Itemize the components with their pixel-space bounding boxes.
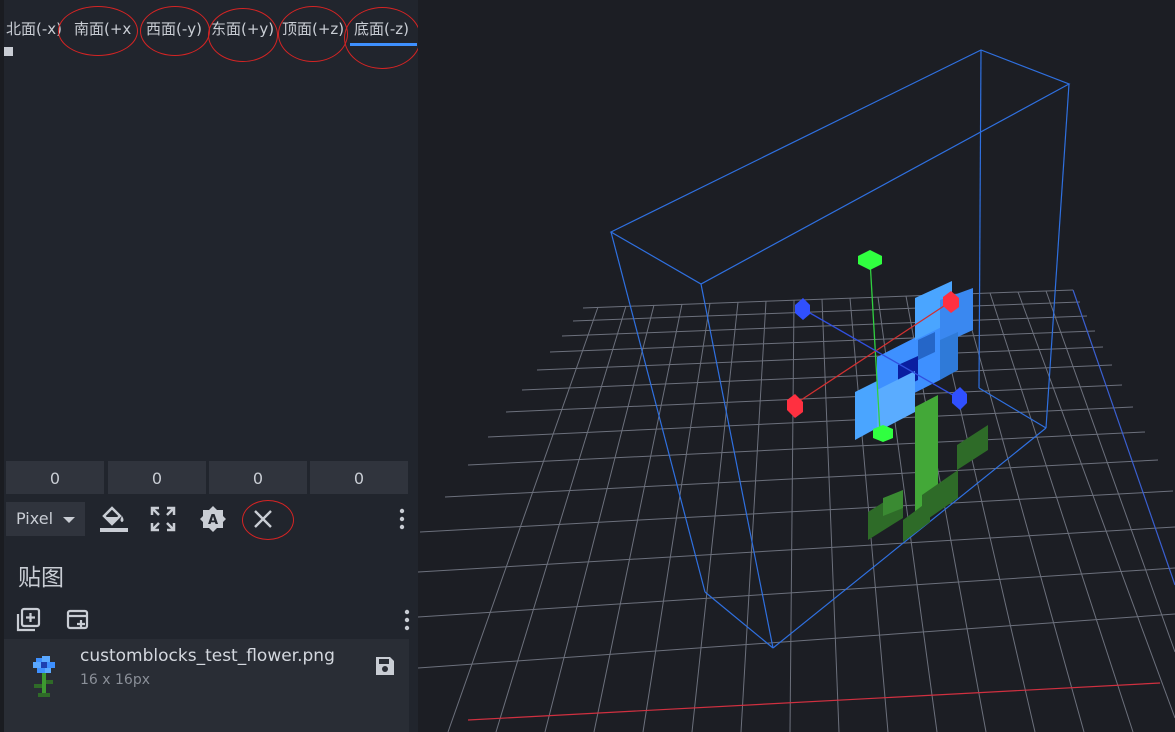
paint-bucket-icon[interactable] [99, 503, 129, 533]
uv-selection-handle[interactable] [4, 47, 13, 56]
tab-north[interactable]: 北面(-x) [6, 16, 62, 42]
save-icon[interactable] [374, 655, 396, 677]
uv-input-y2[interactable]: 0 [310, 461, 408, 494]
panel-border [0, 0, 4, 732]
more-vert-icon[interactable] [398, 508, 406, 530]
bounding-box [609, 49, 1071, 649]
scene[interactable] [418, 0, 1175, 732]
tab-east[interactable]: 东面(+y) [211, 16, 274, 42]
grid-border [1072, 289, 1175, 586]
uv-input-y1[interactable]: 0 [108, 461, 206, 494]
3d-viewport[interactable] [418, 0, 1175, 732]
expand-icon[interactable] [150, 506, 176, 532]
tab-south[interactable]: 南面(+x [74, 16, 131, 42]
active-tab-indicator [350, 43, 417, 46]
x-axis-line [467, 682, 1161, 721]
annotation-circle [242, 500, 294, 540]
svg-text:A: A [208, 513, 218, 528]
tab-up[interactable]: 顶面(+z) [282, 16, 344, 42]
chevron-down-icon [63, 517, 75, 523]
ground-grid [418, 289, 1175, 732]
texture-thumbnail [29, 656, 59, 698]
add-texture-icon[interactable] [16, 607, 42, 633]
uv-editor-panel: 北面(-x) 南面(+x 西面(-y) 东面(+y) 顶面(+z) 底面(-z)… [0, 0, 421, 732]
tab-down[interactable]: 底面(-z) [354, 16, 409, 42]
uv-mode-select[interactable]: Pixel [6, 502, 85, 536]
more-vert-icon[interactable] [403, 609, 411, 631]
auto-uv-icon[interactable]: A [199, 505, 227, 533]
uv-input-x2[interactable]: 0 [209, 461, 307, 494]
uv-mode-label: Pixel [16, 509, 54, 528]
texture-size: 16 x 16px [80, 672, 150, 688]
create-texture-icon[interactable] [66, 609, 90, 631]
uv-input-x1[interactable]: 0 [6, 461, 104, 494]
textures-panel-title: 贴图 [18, 565, 64, 591]
tab-west[interactable]: 西面(-y) [146, 16, 202, 42]
texture-name: customblocks_test_flower.png [80, 646, 335, 666]
